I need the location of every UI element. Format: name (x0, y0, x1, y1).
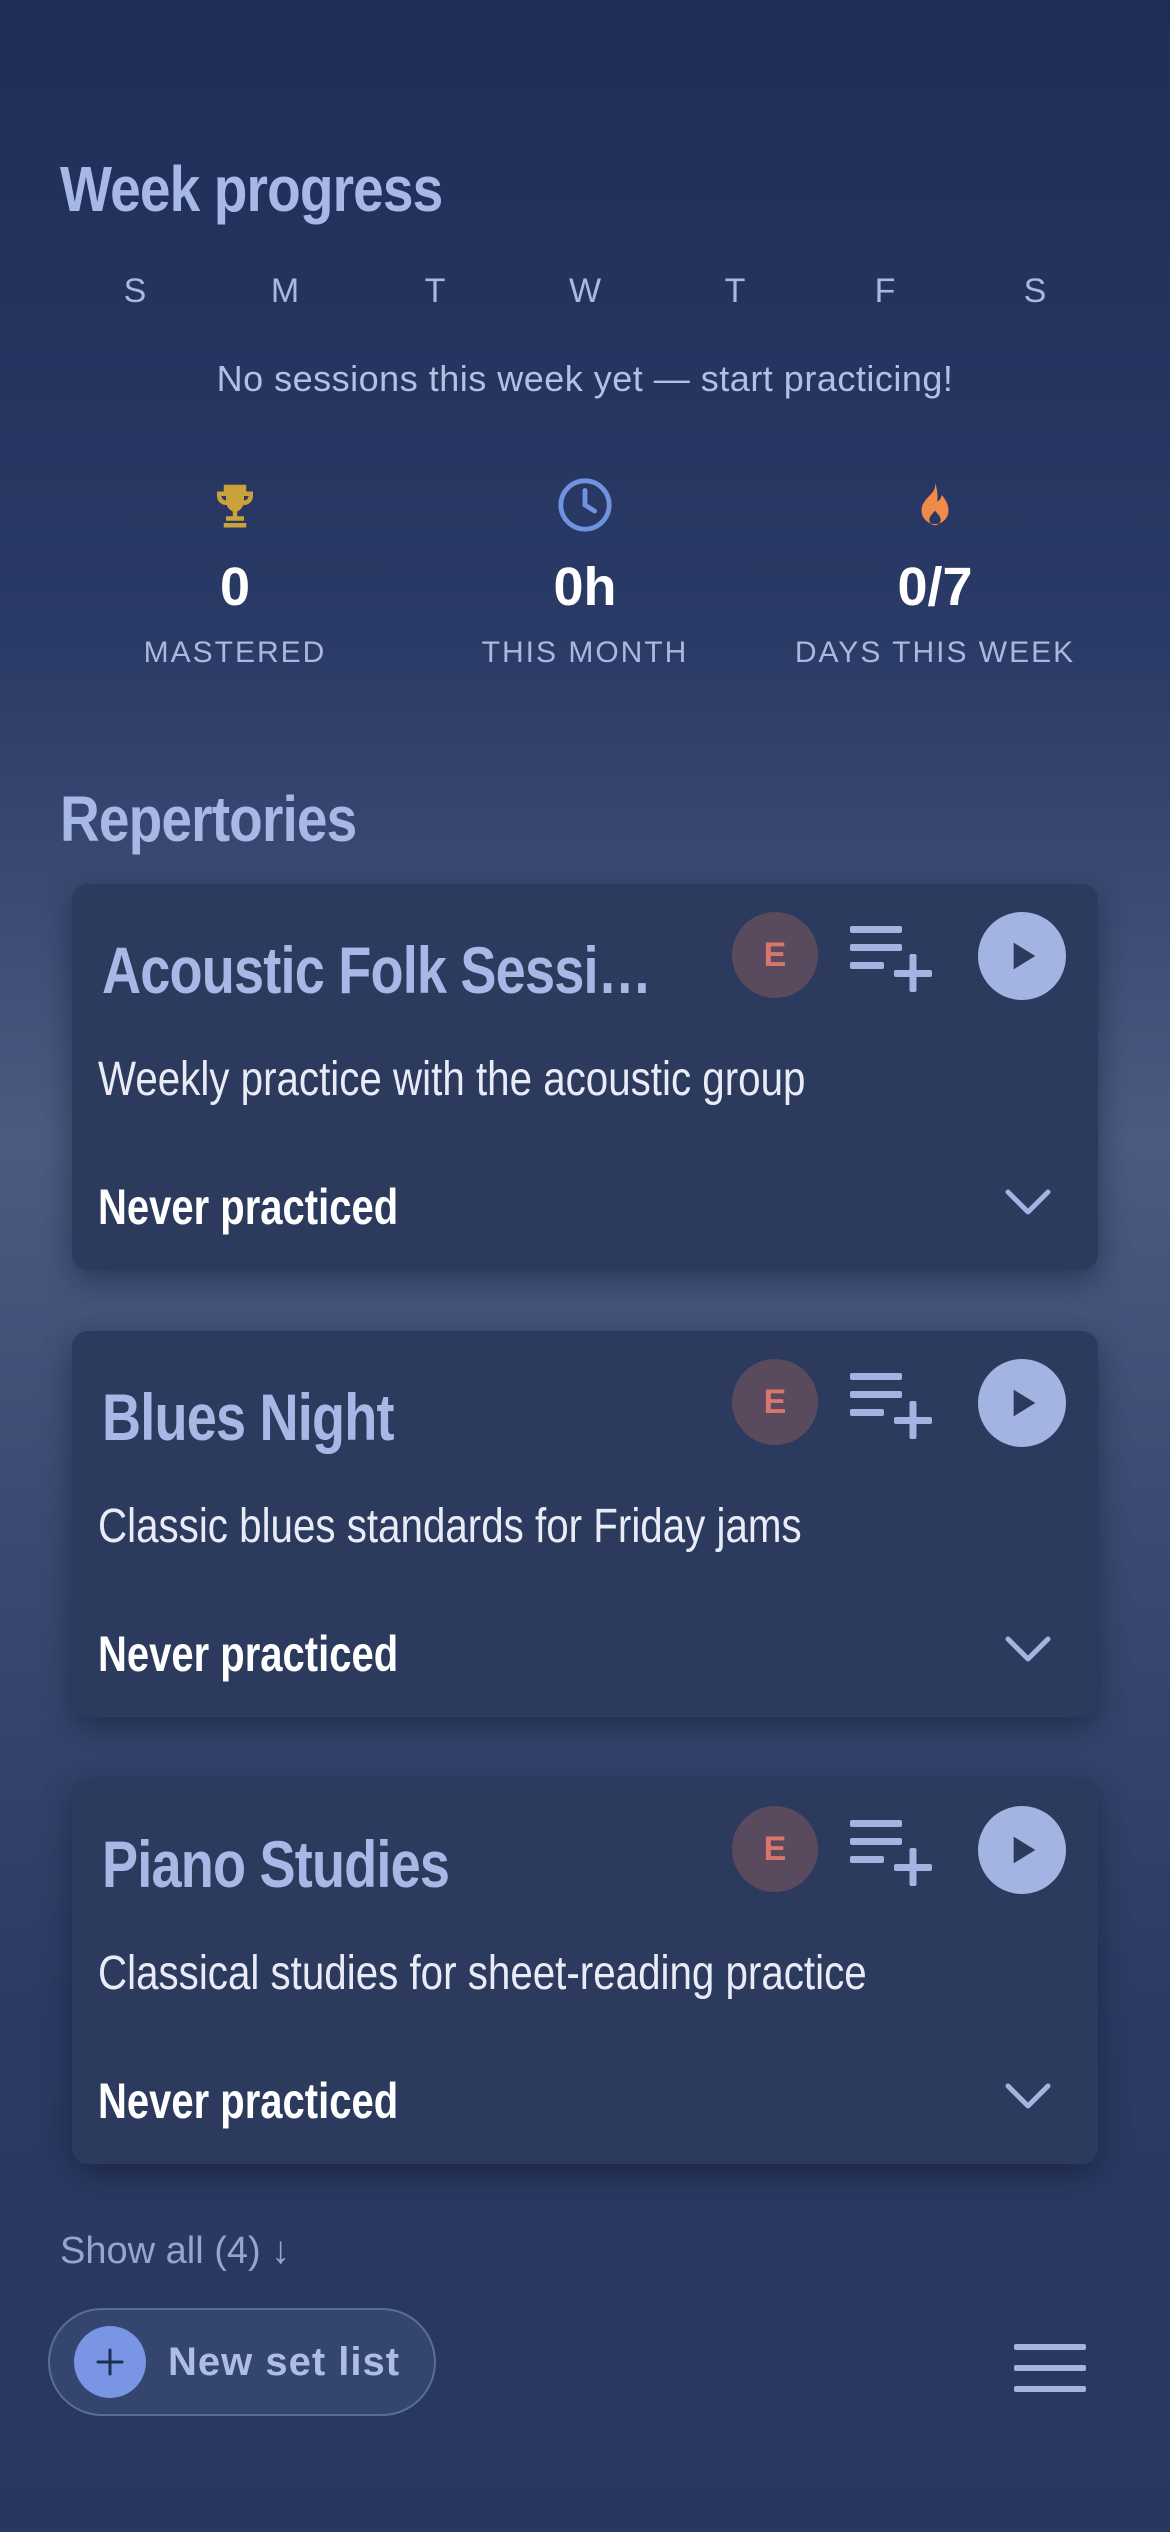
stat-this-month-value: 0h (553, 557, 617, 617)
trophy-icon (60, 470, 410, 540)
new-set-list-button[interactable]: New set list (48, 2308, 436, 2416)
stat-days-this-week-label: DAYS THIS WEEK (794, 636, 1076, 669)
difficulty-badge: E (732, 1806, 818, 1892)
repertory-description: Weekly practice with the acoustic group (98, 1053, 806, 1106)
hamburger-menu-icon (1014, 2344, 1086, 2392)
practice-status: Never practiced (98, 1179, 399, 1235)
new-set-list-label: New set list (168, 2339, 401, 2384)
plus-icon (74, 2326, 146, 2398)
difficulty-badge: E (732, 1359, 818, 1445)
repertories-title: Repertories (60, 783, 357, 855)
menu-button[interactable] (1010, 2340, 1090, 2396)
stat-days-this-week: 0/7 DAYS THIS WEEK (760, 470, 1110, 670)
chevron-down-icon[interactable] (1002, 1631, 1054, 1667)
stats-row: 0 MASTERED 0h THIS MONTH 0/7 DAYS THIS W… (60, 470, 1110, 670)
clock-icon (410, 470, 760, 540)
difficulty-badge: E (732, 912, 818, 998)
stat-this-month-label: THIS MONTH (481, 636, 689, 669)
repertory-title: Piano Studies (102, 1827, 450, 1901)
repertory-card[interactable]: Piano Studies E Classical studies for sh… (72, 1778, 1098, 2164)
play-button[interactable] (978, 912, 1066, 1000)
repertory-description: Classical studies for sheet-reading prac… (98, 1947, 867, 2000)
play-button[interactable] (978, 1359, 1066, 1447)
day-label-saturday: S (1023, 272, 1047, 310)
practice-status: Never practiced (98, 1626, 399, 1682)
day-label-tuesday: T (424, 272, 446, 310)
play-icon (1013, 1389, 1036, 1417)
stat-this-month: 0h THIS MONTH (410, 470, 760, 670)
flame-icon (760, 470, 1110, 540)
add-to-queue-button[interactable] (848, 1367, 938, 1443)
day-label-thursday: T (724, 272, 746, 310)
repertory-card[interactable]: Acoustic Folk Sessi… E Weekly practice w… (72, 884, 1098, 1270)
playlist-add-icon (850, 926, 932, 992)
day-label-monday: M (270, 272, 300, 310)
repertory-title: Blues Night (102, 1380, 394, 1454)
add-to-queue-button[interactable] (848, 1814, 938, 1890)
practice-status: Never practiced (98, 2073, 399, 2129)
repertory-card[interactable]: Blues Night E Classic blues standards fo… (72, 1331, 1098, 1717)
add-to-queue-button[interactable] (848, 920, 938, 996)
stat-mastered-value: 0 (219, 557, 251, 617)
stat-days-this-week-value: 0/7 (897, 557, 973, 617)
chevron-down-icon[interactable] (1002, 2078, 1054, 2114)
repertory-title: Acoustic Folk Sessi… (102, 933, 652, 1007)
stat-mastered-label: MASTERED (143, 636, 327, 669)
playlist-add-icon (850, 1820, 932, 1886)
show-all-link[interactable]: Show all (4) ↓ (60, 2230, 290, 2273)
play-button[interactable] (978, 1806, 1066, 1894)
play-icon (1013, 1836, 1036, 1864)
no-sessions-message: No sessions this week yet — start practi… (216, 358, 954, 399)
week-progress-title: Week progress (60, 153, 443, 225)
repertory-description: Classic blues standards for Friday jams (98, 1500, 802, 1553)
week-day-strip: S M T W T F S (60, 272, 1110, 311)
play-icon (1013, 942, 1036, 970)
day-label-friday: F (874, 272, 896, 310)
chevron-down-icon[interactable] (1002, 1184, 1054, 1220)
day-label-sunday: S (123, 272, 147, 310)
playlist-add-icon (850, 1373, 932, 1439)
day-label-wednesday: W (568, 272, 602, 310)
stat-mastered: 0 MASTERED (60, 470, 410, 670)
